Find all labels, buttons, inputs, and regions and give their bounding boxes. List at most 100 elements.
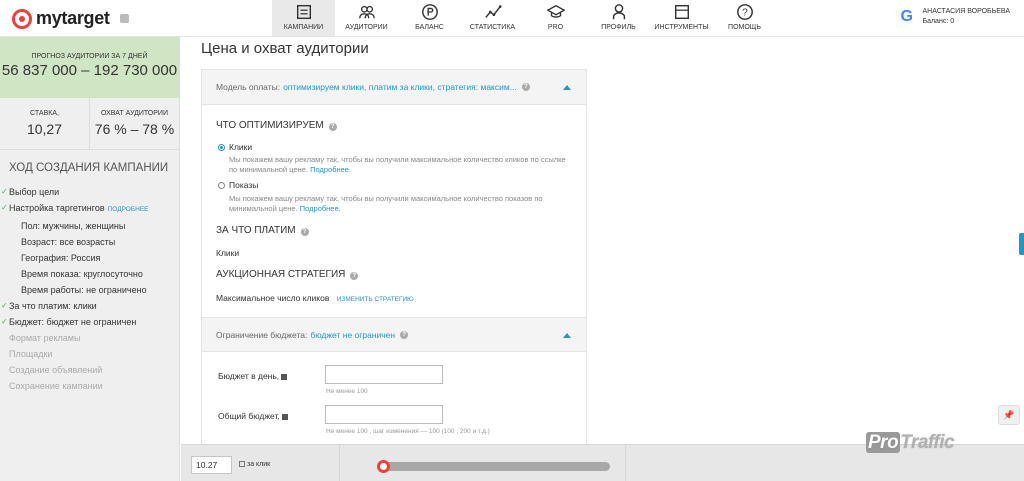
step-label: Сохранение кампании: [9, 381, 103, 391]
top-header: mytarget КАМПАНИИ АУДИТОРИИ БАЛАНС СТАТИ…: [0, 0, 1024, 37]
pin-icon[interactable]: 📌: [998, 405, 1020, 425]
logo-menu-icon[interactable]: [119, 14, 129, 23]
step-placements: Площадки: [0, 346, 179, 362]
step-save-campaign: Сохранение кампании: [0, 378, 179, 394]
total-budget-label: Общий бюджет,: [218, 411, 288, 421]
nav-profile-label: ПРОФИЛЬ: [601, 24, 636, 31]
strategy-row: Максимальное число кликов ИЗМЕНИТЬ СТРАТ…: [216, 293, 414, 303]
strategy-value: Максимальное число кликов: [216, 293, 330, 303]
nav-audiences[interactable]: АУДИТОРИИ: [335, 0, 398, 36]
daily-budget-hint: Не менее 100: [326, 388, 368, 395]
daily-budget-input[interactable]: [325, 365, 443, 384]
daily-budget-label-text: Бюджет в день,: [218, 371, 280, 381]
audience-forecast: ПРОГНОЗ АУДИТОРИИ ЗА 7 ДНЕЙ 56 837 000 –…: [0, 37, 179, 98]
bid-unit-label: за клик: [239, 461, 270, 468]
clicks-more-link[interactable]: Подробнее.: [310, 165, 351, 174]
views-more-link[interactable]: Подробнее.: [300, 204, 341, 213]
nav-help-label: ПОМОЩЬ: [728, 24, 761, 31]
payment-model-value[interactable]: оптимизируем клики, платим за клики, стр…: [283, 82, 517, 92]
option-clicks[interactable]: Клики: [218, 142, 252, 152]
step-pay-for[interactable]: За что платим: клики: [0, 298, 179, 314]
nav-tools-label: ИНСТРУМЕНТЫ: [654, 24, 709, 31]
reach-stat-value: 76 % – 78 %: [94, 121, 175, 137]
page-title: Цена и охват аудитории: [201, 40, 369, 57]
step-label: Площадки: [9, 349, 53, 359]
nav-balance[interactable]: БАЛАНС: [398, 0, 461, 36]
step-targeting[interactable]: Настройка таргетинговПОДРОБНЕЕ: [0, 200, 179, 218]
help-icon[interactable]: ?: [350, 272, 359, 280]
budget-limit-value[interactable]: бюджет не ограничен: [310, 330, 395, 340]
radio-views[interactable]: [218, 181, 225, 189]
total-budget-hint: Не менее 100 , шаг изменения — 100 (100 …: [326, 428, 490, 435]
user-block[interactable]: G АНАСТАСИЯ ВОРОБЬЕВА Баланс: 0: [900, 7, 1010, 27]
bid-unit-text: за клик: [247, 461, 271, 468]
main-content: Цена и охват аудитории Модель оплаты: оп…: [181, 37, 1024, 449]
step-label: География: Россия: [21, 253, 101, 263]
collapse-icon[interactable]: [563, 85, 571, 90]
audiences-icon: [358, 5, 375, 19]
step-goal[interactable]: Выбор цели: [0, 184, 179, 200]
mytarget-logo[interactable]: mytarget: [12, 8, 129, 29]
help-icon[interactable]: ?: [400, 330, 409, 339]
help-icon[interactable]: ?: [300, 228, 309, 236]
targeting-details-link[interactable]: ПОДРОБНЕЕ: [108, 206, 149, 213]
nav-campaigns[interactable]: КАМПАНИИ: [272, 0, 335, 36]
help-icon[interactable]: ?: [521, 83, 530, 91]
budget-limit-label: Ограничение бюджета:: [216, 329, 308, 340]
sidebar: ПРОГНОЗ АУДИТОРИИ ЗА 7 ДНЕЙ 56 837 000 –…: [0, 37, 180, 481]
nav-help[interactable]: ? ПОМОЩЬ: [713, 0, 776, 36]
nav-pro[interactable]: PRO: [524, 0, 587, 36]
optimize-title: ЧТО ОПТИМИЗИРУЕМ?: [216, 120, 337, 131]
daily-budget-label: Бюджет в день,: [218, 371, 288, 381]
pay-for-title-text: ЗА ЧТО ПЛАТИМ: [216, 225, 296, 236]
nav-statistics[interactable]: СТАТИСТИКА: [461, 0, 524, 36]
nav-campaigns-label: КАМПАНИИ: [283, 24, 324, 31]
strategy-title-text: АУКЦИОННАЯ СТРАТЕГИЯ: [216, 269, 346, 280]
step-label: Настройка таргетингов: [9, 203, 105, 213]
nav-profile[interactable]: ПРОФИЛЬ: [587, 0, 650, 36]
option-views-desc-text: Мы покажем вашу рекламу так, чтобы вы по…: [229, 194, 543, 213]
help-icon[interactable]: ?: [328, 123, 337, 131]
payment-model-label: Модель оплаты:: [216, 82, 281, 92]
option-clicks-label: Клики: [229, 142, 253, 152]
ruble-icon: [281, 413, 288, 420]
nav-pro-label: PRO: [547, 24, 564, 31]
ruble-icon: [421, 4, 438, 20]
strategy-title: АУКЦИОННАЯ СТРАТЕГИЯ?: [216, 269, 359, 280]
mytarget-logo-icon: [12, 8, 32, 29]
change-strategy-link[interactable]: ИЗМЕНИТЬ СТРАТЕГИЮ: [337, 296, 414, 303]
total-budget-input[interactable]: [325, 405, 443, 424]
campaigns-icon: [296, 4, 311, 20]
feedback-tab[interactable]: [1019, 233, 1024, 255]
watermark-traffic: Traffic: [900, 432, 955, 453]
option-views-label: Показы: [229, 180, 259, 190]
bid-stat-label: СТАВКА,: [30, 110, 59, 117]
step-budget[interactable]: Бюджет: бюджет не ограничен: [0, 314, 179, 330]
bid-stat: СТАВКА, 10,27: [0, 98, 90, 149]
step-gender: Пол: мужчины, женщины: [0, 218, 179, 234]
watermark-pro: Pro: [866, 432, 901, 453]
budget-limit-header[interactable]: Ограничение бюджета: бюджет не ограничен…: [202, 317, 586, 352]
bid-stat-value: 10,27: [26, 121, 63, 137]
bid-input[interactable]: 10.27: [191, 456, 232, 474]
divider: [625, 445, 626, 481]
google-icon: G: [900, 8, 913, 25]
divider: [339, 445, 340, 481]
nav-tools[interactable]: ИНСТРУМЕНТЫ: [650, 0, 713, 36]
option-views[interactable]: Показы: [218, 180, 258, 190]
collapse-icon[interactable]: [563, 333, 571, 338]
user-balance: Баланс: 0: [922, 18, 955, 25]
forecast-label: ПРОГНОЗ АУДИТОРИИ ЗА 7 ДНЕЙ: [31, 53, 148, 60]
step-label: За что платим: клики: [9, 301, 97, 311]
step-geo: География: Россия: [0, 250, 179, 266]
bid-slider-track[interactable]: [380, 462, 610, 471]
step-label: Возраст: все возрасты: [21, 237, 116, 247]
step-label: Пол: мужчины, женщины: [21, 221, 126, 231]
bid-slider-handle[interactable]: [377, 460, 390, 473]
option-clicks-desc: Мы покажем вашу рекламу так, чтобы вы по…: [229, 155, 569, 174]
forecast-value: 56 837 000 – 192 730 000: [1, 62, 178, 79]
pay-for-value: Клики: [216, 248, 240, 258]
radio-clicks[interactable]: [218, 143, 225, 151]
payment-model-header[interactable]: Модель оплаты: оптимизируем клики, плати…: [202, 70, 586, 105]
user-name: АНАСТАСИЯ ВОРОБЬЕВА: [922, 8, 1010, 15]
